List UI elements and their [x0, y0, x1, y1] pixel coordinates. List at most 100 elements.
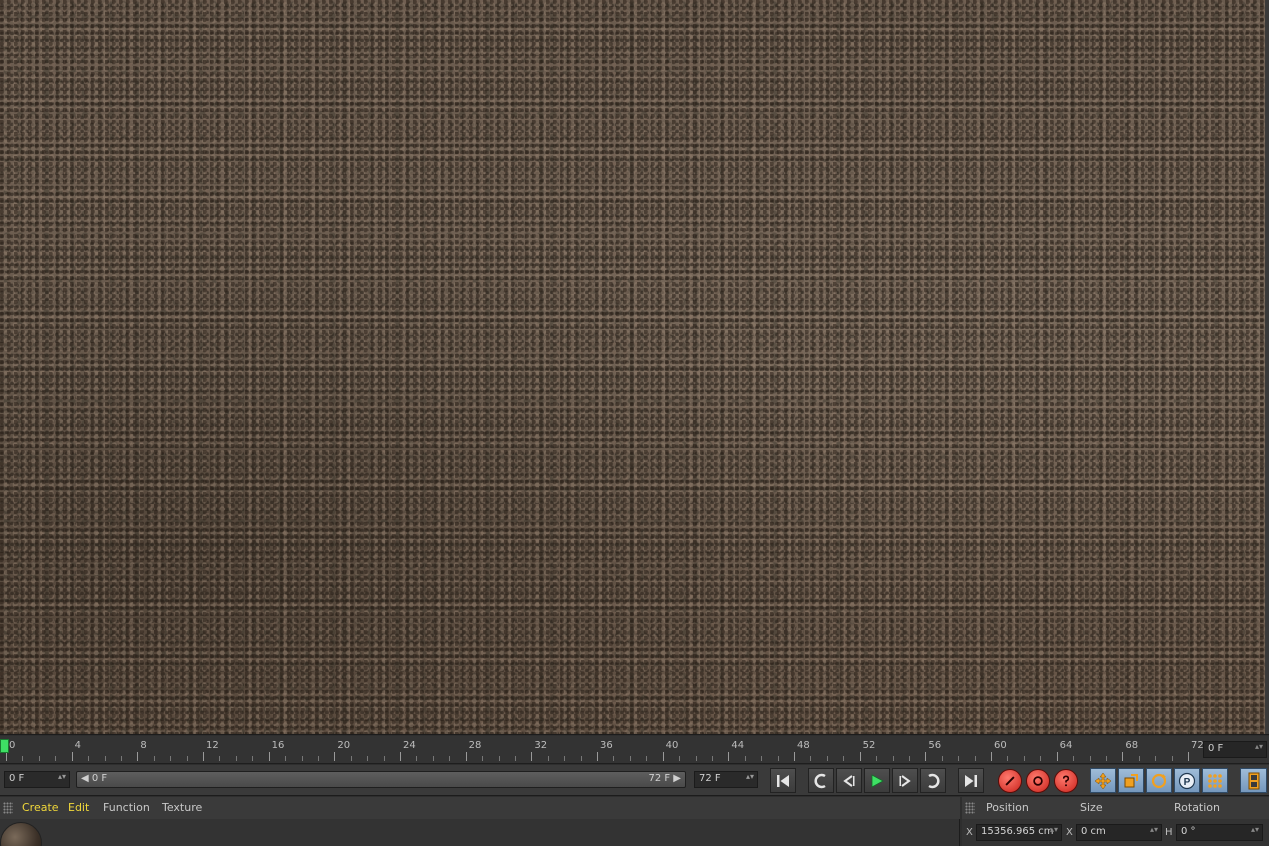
menu-texture[interactable]: Texture: [162, 801, 202, 814]
ruler-tick: [203, 752, 204, 761]
goto-end-button[interactable]: [958, 768, 984, 793]
ruler-tick: [416, 756, 418, 761]
ruler-tick: [679, 756, 681, 761]
ruler-tick: [826, 756, 828, 761]
end-frame-field[interactable]: 72 F ▴▾: [694, 771, 758, 788]
ruler-tick: [843, 756, 845, 761]
rotate-tool-button[interactable]: [1146, 768, 1172, 793]
ruler-tick: [662, 752, 664, 761]
material-menu-bar: Create Edit Function Texture: [0, 797, 960, 819]
ruler-tick: [482, 756, 484, 761]
3d-viewport[interactable]: [0, 0, 1269, 735]
ruler-tick-label: 48: [797, 740, 810, 751]
pla-button[interactable]: [1202, 768, 1228, 793]
ruler-tick: [285, 756, 287, 761]
record-button[interactable]: [998, 769, 1022, 793]
ruler-tick: [465, 752, 467, 761]
size-x-value: 0 cm: [1081, 826, 1106, 837]
position-x-field[interactable]: 15356.965 cm ▴▾: [976, 824, 1062, 841]
film-icon: [1248, 772, 1259, 789]
ruler-tick-label: 20: [337, 740, 351, 751]
move-icon: [1094, 772, 1112, 789]
prev-keyframe-button[interactable]: [808, 768, 834, 793]
ruler-tick: [892, 756, 894, 761]
ruler-tick: [268, 752, 270, 761]
timeline-ruler[interactable]: 0 4 8 12 16 20 24 28 32 36 40 44 48 52 56 60 64 68 72 0 F …: [0, 736, 1269, 764]
range-end-label: 72 F ▶: [648, 773, 681, 784]
goto-start-button[interactable]: [770, 768, 796, 793]
ruler-tick: [974, 756, 976, 761]
coordinates-header: Position Size Rotation: [962, 797, 1269, 819]
material-thumbnail[interactable]: [0, 822, 42, 846]
rotation-h-field[interactable]: 0 ° ▴▾: [1176, 824, 1263, 841]
ruler-tick-label: 64: [1059, 740, 1073, 751]
autokey-button[interactable]: [1026, 769, 1050, 793]
menu-edit[interactable]: Edit: [68, 801, 89, 814]
record-icon: [1005, 776, 1015, 786]
spin-arrows-icon[interactable]: ▴▾: [1050, 825, 1058, 834]
ruler-tick-label: 56: [928, 740, 942, 751]
transport-bar: 0 F ▴▾ ◀ 0 F 72 F ▶ 72 F ▴▾ P: [0, 765, 1269, 796]
prev-frame-button[interactable]: [836, 768, 862, 793]
ruler-tick: [958, 756, 960, 761]
svg-text:P: P: [1184, 777, 1191, 788]
spin-arrows-icon[interactable]: ▴▾: [58, 772, 66, 781]
menu-function[interactable]: Function: [103, 801, 150, 814]
size-x-field[interactable]: 0 cm ▴▾: [1076, 824, 1162, 841]
spin-arrows-icon[interactable]: ▴▾: [746, 772, 754, 781]
ruler-tick: [252, 756, 254, 761]
film-button[interactable]: [1240, 768, 1267, 793]
keyframe-selection-icon: [1062, 775, 1070, 787]
ruler-tick: [1023, 756, 1025, 761]
spin-arrows-icon[interactable]: ▴▾: [1150, 825, 1158, 834]
menu-create[interactable]: Create: [22, 801, 59, 814]
ruler-tick: [728, 752, 730, 761]
ruler-tick: [531, 752, 533, 761]
ruler-tick-label: 28: [468, 740, 482, 751]
parameter-button[interactable]: P: [1174, 768, 1200, 793]
panel-grip-icon[interactable]: [3, 802, 13, 814]
next-frame-button[interactable]: [892, 768, 918, 793]
ruler-tick-label: 32: [534, 740, 548, 751]
ruler-tick-label: 60: [994, 740, 1007, 751]
current-frame-field[interactable]: 0 F ▴▾: [1203, 741, 1267, 758]
scale-tool-button[interactable]: [1118, 768, 1144, 793]
ruler-tick: [367, 756, 369, 761]
ruler-tick: [219, 756, 221, 761]
ruler-tick: [71, 752, 73, 761]
position-header: Position: [986, 801, 1029, 814]
ruler-tick: [794, 752, 795, 761]
material-manager: Create Edit Function Texture: [0, 797, 960, 846]
spin-arrows-icon[interactable]: ▴▾: [1255, 742, 1263, 751]
ruler-tick: [301, 756, 303, 761]
move-tool-button[interactable]: [1090, 768, 1116, 793]
ruler-tick: [1007, 756, 1009, 761]
ruler-tick: [761, 756, 763, 761]
ruler-tick: [1188, 752, 1189, 761]
ruler-tick: [514, 756, 516, 761]
preview-range-slider[interactable]: ◀ 0 F 72 F ▶: [76, 771, 686, 788]
spin-arrows-icon[interactable]: ▴▾: [1251, 825, 1259, 834]
ruler-tick-label: 52: [862, 740, 876, 751]
ruler-track[interactable]: 0 4 8 12 16 20 24 28 32 36 40 44 48 52 56 60 64 68 72: [6, 736, 1204, 764]
ruler-tick-label: 44: [731, 740, 745, 751]
play-icon: [871, 773, 884, 788]
start-frame-field[interactable]: 0 F ▴▾: [4, 771, 70, 788]
ruler-tick: [629, 756, 631, 761]
prev-frame-icon: [843, 774, 855, 787]
keyframe-selection-button[interactable]: [1054, 769, 1078, 793]
ruler-tick: [564, 756, 566, 761]
goto-end-icon: [965, 774, 977, 787]
next-keyframe-button[interactable]: [920, 768, 946, 793]
ruler-tick: [580, 756, 582, 761]
ruler-tick: [137, 752, 139, 761]
ruler-tick-label: 4: [74, 740, 82, 751]
playhead-marker[interactable]: [0, 739, 9, 753]
ruler-tick-label: 8: [140, 740, 147, 751]
play-button[interactable]: [864, 768, 890, 793]
ruler-tick: [22, 756, 24, 761]
material-sphere-icon: [0, 822, 42, 846]
panel-grip-icon[interactable]: [965, 802, 975, 814]
next-frame-icon: [899, 774, 911, 787]
ruler-tick: [777, 756, 779, 761]
